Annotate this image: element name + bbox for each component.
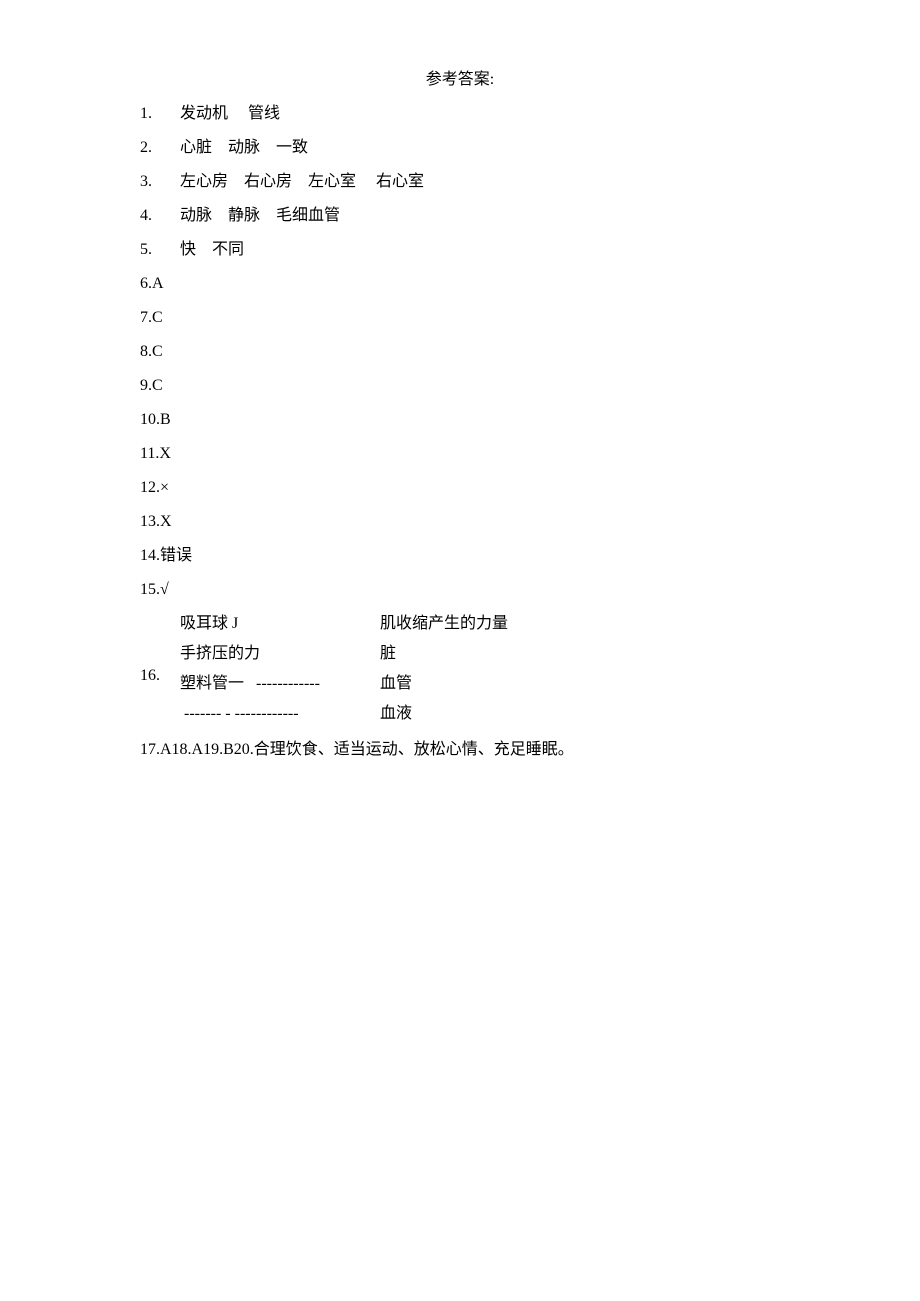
answer-11: 11.X [140,446,780,462]
answer-16-row-4: ------- - ------------血液 [180,706,780,722]
answer-3-val-1: 左心房 [180,173,228,190]
answer-3-num: 3. [140,173,152,190]
answer-16-row-3-left: 塑料管一 ------------ [180,676,380,692]
answer-15: 15.√ [140,582,780,598]
answer-16-num: 16. [140,616,180,736]
answer-1-num: 1. [140,105,152,122]
answer-2-val-1: 心脏 [180,139,212,156]
answer-2-val-2: 动脉 [228,139,260,156]
answer-5-num: 5. [140,241,152,258]
answer-4-val-1: 动脉 [180,207,212,224]
answer-16-body: 吸耳球 J肌收缩产生的力量 手挤压的力脏 塑料管一 ------------血管… [180,616,780,736]
answer-4-val-3: 毛细血管 [276,207,340,224]
answer-16-row-3: 塑料管一 ------------血管 [180,676,780,692]
answer-2: 2. 心脏 动脉 一致 [140,140,780,156]
answer-4-num: 4. [140,207,152,224]
answer-17: 17.A18.A19.B20.合理饮食、适当运动、放松心情、充足睡眠。 [140,742,780,758]
answer-16-row-1-right: 肌收缩产生的力量 [380,616,508,632]
answer-3-val-3: 左心室 [308,173,356,190]
answer-5: 5. 快 不同 [140,242,780,258]
answer-7: 7.C [140,310,780,326]
answer-key-title: 参考答案: [140,72,780,88]
answer-13: 13.X [140,514,780,530]
answer-3: 3. 左心房 右心房 左心室 右心室 [140,174,780,190]
answer-1-val-2: 管线 [248,105,280,122]
answer-16-row-3-right: 血管 [380,676,412,692]
answer-2-num: 2. [140,139,152,156]
answer-5-val-2: 不同 [212,241,244,258]
answer-12: 12.× [140,480,780,496]
answer-5-val-1: 快 [180,241,196,258]
answer-14: 14.错误 [140,548,780,564]
answer-4: 4. 动脉 静脉 毛细血管 [140,208,780,224]
answer-6: 6.A [140,276,780,292]
answer-16-row-2-right: 脏 [380,646,396,662]
answer-16-row-1: 吸耳球 J肌收缩产生的力量 [180,616,780,632]
answer-3-val-2: 右心房 [244,173,292,190]
answer-16-row-1-left: 吸耳球 J [180,616,380,632]
answer-16: 16. 吸耳球 J肌收缩产生的力量 手挤压的力脏 塑料管一 ----------… [140,616,780,736]
answer-16-row-2: 手挤压的力脏 [180,646,780,662]
answer-16-row-4-right: 血液 [380,706,412,722]
answer-8: 8.C [140,344,780,360]
answer-1: 1. 发动机 管线 [140,106,780,122]
answer-16-row-4-left: ------- - ------------ [180,706,380,722]
answer-10: 10.B [140,412,780,428]
answer-4-val-2: 静脉 [228,207,260,224]
answer-3-val-4: 右心室 [376,173,424,190]
answer-9: 9.C [140,378,780,394]
answer-1-val-1: 发动机 [180,105,228,122]
answer-2-val-3: 一致 [276,139,308,156]
answer-16-row-2-left: 手挤压的力 [180,646,380,662]
